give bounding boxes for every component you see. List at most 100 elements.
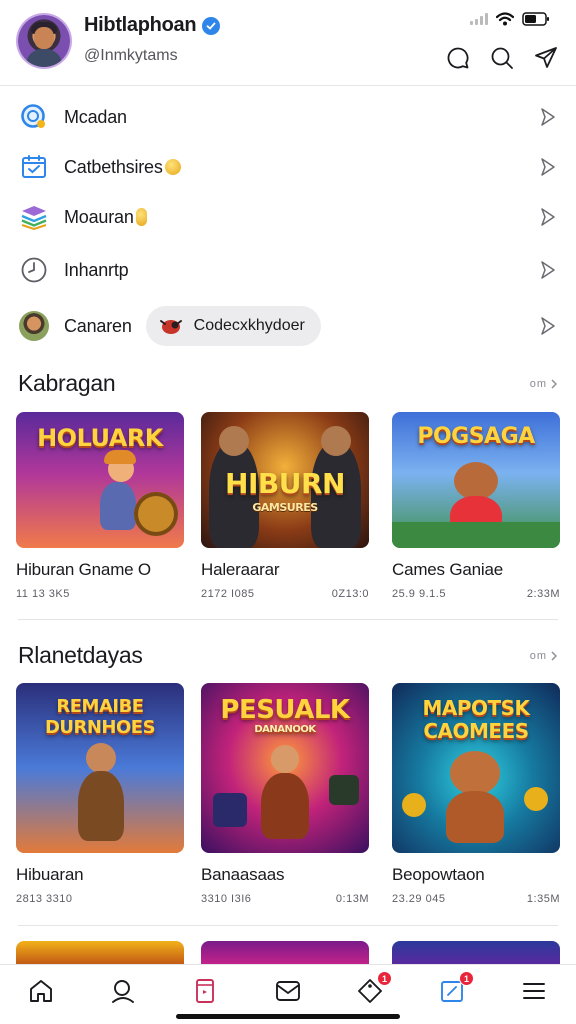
game-card[interactable] bbox=[16, 941, 184, 964]
game-thumbnail[interactable] bbox=[16, 941, 184, 964]
nav-inbox[interactable] bbox=[270, 973, 306, 1009]
creator-chip[interactable]: Codecxkhydoer bbox=[145, 306, 321, 346]
bookmark-book-icon bbox=[196, 979, 214, 1003]
profile-avatar[interactable] bbox=[18, 15, 70, 67]
menu-item-label: Canaren bbox=[64, 315, 132, 336]
game-thumbnail[interactable]: HIBURN GAMSURES bbox=[201, 412, 369, 548]
coin-icon bbox=[164, 159, 181, 175]
home-icon bbox=[30, 980, 52, 1002]
game-thumbnail[interactable]: POGSAGA bbox=[392, 412, 560, 548]
game-duration: 1:35M bbox=[526, 893, 560, 905]
section-title: Rlanetdayas bbox=[18, 642, 143, 668]
clock-icon bbox=[18, 254, 50, 286]
battery-icon bbox=[522, 12, 549, 26]
game-meta: 11 13 3K5 bbox=[16, 588, 184, 600]
search-icon bbox=[112, 980, 134, 1003]
see-all-link[interactable]: om bbox=[530, 650, 558, 662]
game-thumbnail[interactable]: REMAIBE DURNHOES bbox=[16, 683, 184, 853]
section-title: Kabragan bbox=[18, 370, 116, 396]
game-meta: 3310 I3I6 0:13M bbox=[201, 893, 369, 905]
menu-item-label: Moauran bbox=[64, 206, 134, 227]
game-stats: 11 13 3K5 bbox=[16, 588, 70, 600]
menu-list: Mcadan Catbethsires Moauran Inhanrtp Can… bbox=[0, 92, 576, 354]
game-title: Beopowtaon bbox=[392, 865, 485, 884]
creature-icon bbox=[159, 320, 182, 334]
nav-search[interactable] bbox=[105, 973, 141, 1009]
game-meta: 2172 I085 0Z13:0 bbox=[201, 588, 369, 600]
menu-item-4[interactable]: Inhanrtp bbox=[0, 242, 576, 298]
game-thumbnail[interactable]: PESUALK DANANOOK bbox=[201, 683, 369, 853]
header-actions bbox=[442, 42, 562, 74]
see-all-link[interactable]: om bbox=[530, 378, 558, 390]
coin-icon bbox=[135, 208, 147, 226]
section-divider bbox=[18, 925, 558, 926]
play-arrow-icon bbox=[541, 108, 555, 126]
verified-badge-icon bbox=[202, 16, 221, 35]
game-stats: 2813 3310 bbox=[16, 893, 73, 905]
hamburger-menu-icon bbox=[523, 983, 545, 999]
nav-tag[interactable]: 1 bbox=[352, 971, 392, 1009]
nav-menu[interactable] bbox=[516, 973, 552, 1009]
game-logo: REMAIBE DURNHOES bbox=[44, 696, 156, 738]
status-bar bbox=[470, 12, 550, 26]
game-thumbnail[interactable] bbox=[392, 941, 560, 964]
chat-bubble-icon bbox=[447, 47, 469, 69]
notification-badge: 1 bbox=[377, 971, 392, 986]
game-card[interactable] bbox=[392, 941, 560, 964]
game-card[interactable]: HIBURN GAMSURES Haleraarar 2172 I085 0Z1… bbox=[201, 412, 369, 600]
game-card[interactable]: PESUALK DANANOOK Banaasaas 3310 I3I6 0:1… bbox=[201, 683, 369, 905]
search-button[interactable] bbox=[486, 42, 518, 74]
chat-button[interactable] bbox=[442, 42, 474, 74]
game-meta: 2813 3310 bbox=[16, 893, 184, 905]
game-thumbnail[interactable]: MAPOTSK CAOMEES bbox=[392, 683, 560, 853]
menu-item-1[interactable]: Mcadan bbox=[0, 92, 576, 142]
menu-item-label: Catbethsires bbox=[64, 156, 163, 177]
game-stats: 3310 I3I6 bbox=[201, 893, 252, 905]
game-title: Banaasaas bbox=[201, 865, 285, 884]
play-arrow-icon bbox=[541, 261, 555, 279]
game-duration: 0:13M bbox=[335, 893, 369, 905]
game-card[interactable] bbox=[201, 941, 369, 964]
mail-icon bbox=[276, 981, 300, 1001]
game-title: Haleraarar bbox=[201, 560, 280, 579]
game-card[interactable]: HOLUARK Hiburan Gname O 11 13 3K5 bbox=[16, 412, 184, 600]
game-thumbnail[interactable]: HOLUARK bbox=[16, 412, 184, 548]
chevron-right-icon bbox=[551, 651, 557, 661]
nav-library[interactable] bbox=[187, 973, 223, 1009]
send-icon bbox=[535, 47, 557, 68]
menu-item-3[interactable]: Moauran bbox=[0, 192, 576, 242]
game-logo: POGSAGA bbox=[417, 424, 535, 449]
game-title: Cames Ganiae bbox=[392, 560, 503, 579]
game-card[interactable]: REMAIBE DURNHOES Hibuaran 2813 3310 bbox=[16, 683, 184, 905]
menu-item-label: Inhanrtp bbox=[64, 259, 129, 280]
nav-home[interactable] bbox=[23, 973, 59, 1009]
game-title: Hiburan Gname O bbox=[16, 560, 151, 579]
game-logo-subtitle: GAMSURES bbox=[252, 501, 318, 514]
chevron-right-icon bbox=[551, 379, 557, 389]
profile-handle: @Inmkytams bbox=[84, 47, 178, 64]
search-icon bbox=[491, 47, 513, 69]
game-logo: PESUALK bbox=[220, 695, 350, 725]
menu-item-label: Mcadan bbox=[64, 106, 127, 127]
game-card[interactable]: POGSAGA Cames Ganiae 25.9 9.1.5 2:33M bbox=[392, 412, 560, 600]
search-badge-icon bbox=[18, 101, 50, 133]
play-arrow-icon bbox=[541, 208, 555, 226]
notification-badge: 1 bbox=[459, 971, 474, 986]
game-meta: 25.9 9.1.5 2:33M bbox=[392, 588, 560, 600]
game-stats: 2172 I085 bbox=[201, 588, 255, 600]
game-card[interactable]: MAPOTSK CAOMEES Beopowtaon 23.29 045 1:3… bbox=[392, 683, 560, 905]
profile-username-row: Hibtlaphoan bbox=[84, 14, 221, 37]
signal-icon bbox=[470, 13, 488, 25]
menu-item-5[interactable]: Canaren Codecxkhydoer bbox=[0, 298, 576, 354]
game-duration: 0Z13:0 bbox=[331, 588, 369, 600]
game-stats: 25.9 9.1.5 bbox=[392, 588, 446, 600]
game-thumbnail[interactable] bbox=[201, 941, 369, 964]
game-logo: MAPOTSK CAOMEES bbox=[422, 696, 530, 743]
menu-item-2[interactable]: Catbethsires bbox=[0, 142, 576, 192]
profile-header: Hibtlaphoan @Inmkytams bbox=[0, 0, 576, 86]
nav-notes[interactable]: 1 bbox=[434, 971, 474, 1009]
calendar-icon bbox=[18, 151, 50, 183]
send-button[interactable] bbox=[530, 42, 562, 74]
creator-chip-label: Codecxkhydoer bbox=[193, 317, 305, 334]
profile-username: Hibtlaphoan bbox=[84, 14, 197, 36]
